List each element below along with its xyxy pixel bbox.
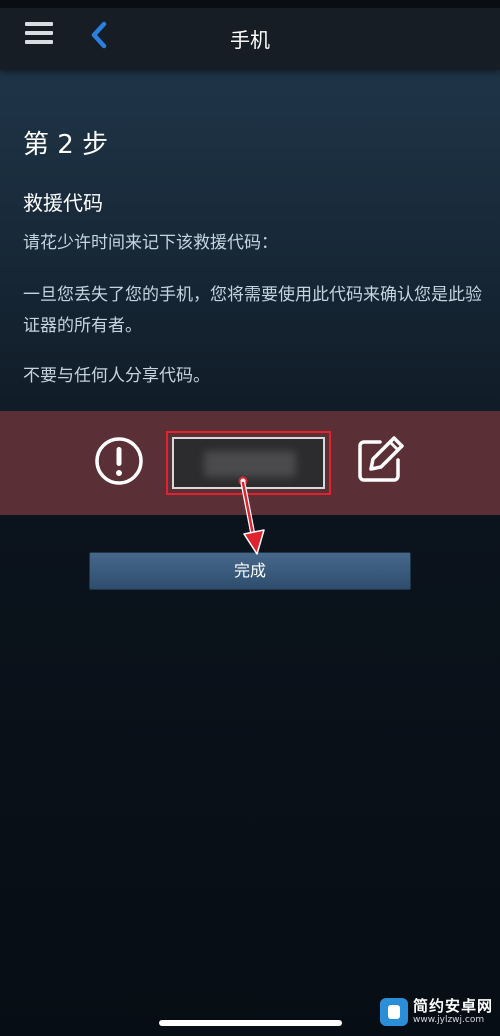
do-not-share-text: 不要与任何人分享代码。 xyxy=(23,366,210,386)
watermark-name: 简约安卓网 xyxy=(413,997,494,1015)
page-title: 手机 xyxy=(230,28,270,52)
pencil-square-icon[interactable] xyxy=(354,432,408,486)
exclamation-circle-icon xyxy=(94,436,144,486)
home-indicator[interactable] xyxy=(159,1020,342,1026)
done-button[interactable]: 完成 xyxy=(89,552,411,590)
rescue-code-value-redacted xyxy=(204,451,296,477)
rescue-code-box[interactable] xyxy=(172,437,325,489)
instruction-text: 请花少许时间来记下该救援代码： xyxy=(23,233,278,253)
top-navigation-bar: 手机 xyxy=(0,0,500,70)
section-title: 救援代码 xyxy=(23,191,103,215)
watermark-logo-icon xyxy=(380,998,408,1026)
page: 手机 第 2 步 救援代码 请花少许时间来记下该救援代码： 一旦您丢失了您的手机… xyxy=(0,0,500,1036)
lost-phone-text: 一旦您丢失了您的手机，您将需要使用此代码来确认您是此验证器的所有者。 xyxy=(23,285,482,336)
step-heading: 第 2 步 xyxy=(23,130,109,160)
rescue-code-highlight xyxy=(166,431,331,495)
watermark-url: www.jylzwj.com xyxy=(413,1015,485,1025)
watermark: 简约安卓网 www.jylzwj.com xyxy=(380,990,498,1034)
